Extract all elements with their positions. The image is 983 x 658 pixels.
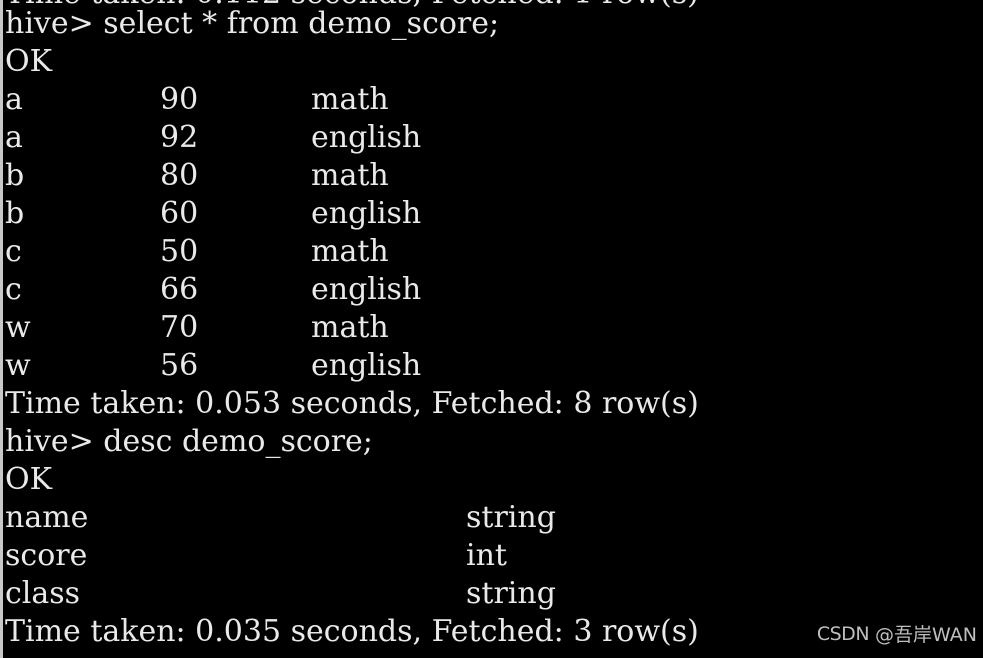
cell-field-name: name xyxy=(5,500,89,535)
table-row: w 70 math xyxy=(0,309,983,347)
cell-name: b xyxy=(5,196,25,231)
table-row: a 92 english xyxy=(0,119,983,157)
cell-class: math xyxy=(311,310,389,345)
window-left-border xyxy=(0,0,3,658)
cell-name: a xyxy=(5,120,23,155)
terminal-line-select-footer: Time taken: 0.053 seconds, Fetched: 8 ro… xyxy=(5,386,699,421)
cell-class: math xyxy=(311,82,389,117)
cell-field-type: int xyxy=(466,538,507,573)
cell-score: 50 xyxy=(160,234,199,269)
table-row: b 80 math xyxy=(0,157,983,195)
cell-class: english xyxy=(311,348,422,383)
cell-class: english xyxy=(311,196,422,231)
cell-field-type: string xyxy=(466,500,556,535)
terminal-line-select-command: hive> select * from demo_score; xyxy=(5,6,500,41)
cell-class: math xyxy=(311,158,389,193)
cell-class: english xyxy=(311,272,422,307)
cell-name: w xyxy=(5,348,31,383)
terminal-line-desc-status: OK xyxy=(5,462,53,497)
cell-field-type: string xyxy=(466,576,556,611)
cell-score: 66 xyxy=(160,272,199,307)
cell-score: 90 xyxy=(160,82,199,117)
cell-name: c xyxy=(5,272,22,307)
cell-class: english xyxy=(311,120,422,155)
table-row: w 56 english xyxy=(0,347,983,385)
schema-row: score int xyxy=(0,537,983,575)
cell-class: math xyxy=(311,234,389,269)
terminal-line-desc-footer: Time taken: 0.035 seconds, Fetched: 3 ro… xyxy=(5,614,699,649)
cell-score: 70 xyxy=(160,310,199,345)
terminal-line-desc-command: hive> desc demo_score; xyxy=(5,424,373,459)
cell-name: a xyxy=(5,82,23,117)
cell-name: b xyxy=(5,158,25,193)
schema-row: class string xyxy=(0,575,983,613)
table-row: a 90 math xyxy=(0,81,983,119)
cell-score: 60 xyxy=(160,196,199,231)
table-row: c 66 english xyxy=(0,271,983,309)
cell-name: w xyxy=(5,310,31,345)
terminal-window[interactable]: Time taken: 0.112 seconds, Fetched: 1 ro… xyxy=(0,0,983,658)
cell-field-name: score xyxy=(5,538,88,573)
terminal-line-select-status: OK xyxy=(5,44,53,79)
table-row: b 60 english xyxy=(0,195,983,233)
terminal-screen[interactable]: Time taken: 0.112 seconds, Fetched: 1 ro… xyxy=(0,0,983,658)
cell-score: 56 xyxy=(160,348,199,383)
table-row: c 50 math xyxy=(0,233,983,271)
cell-field-name: class xyxy=(5,576,81,611)
cell-name: c xyxy=(5,234,22,269)
cell-score: 92 xyxy=(160,120,199,155)
cell-score: 80 xyxy=(160,158,199,193)
schema-row: name string xyxy=(0,499,983,537)
